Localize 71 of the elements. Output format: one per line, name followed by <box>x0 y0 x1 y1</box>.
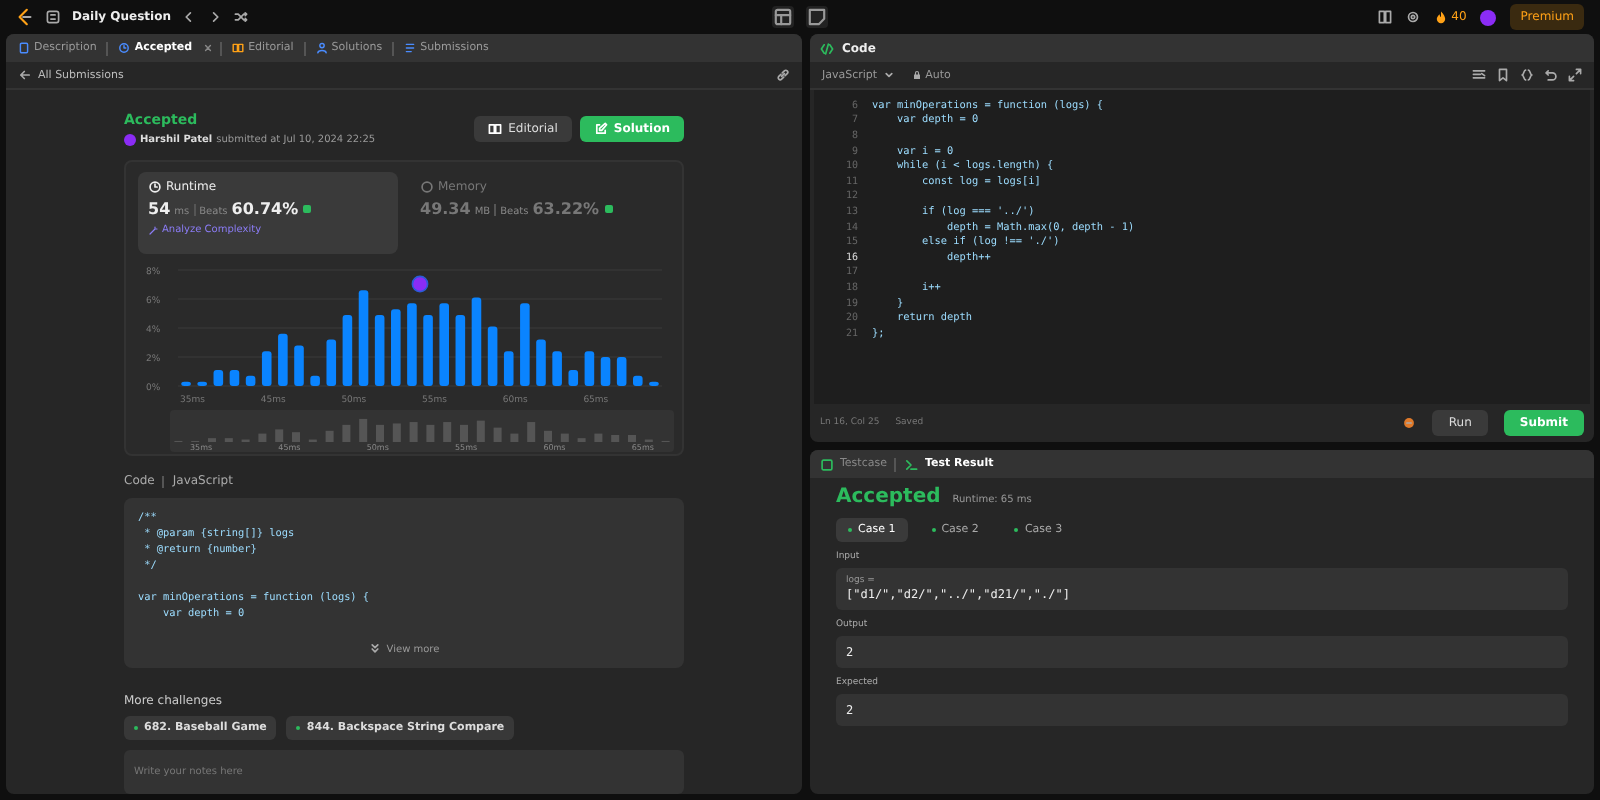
histogram-bar[interactable] <box>568 370 579 386</box>
badge-icon <box>603 204 614 214</box>
histogram-bar[interactable] <box>455 314 466 386</box>
histogram-bar[interactable] <box>471 297 482 386</box>
book-icon <box>488 121 503 135</box>
lock-icon <box>911 70 922 80</box>
note-icon[interactable] <box>806 6 828 28</box>
stat-value: 49.34 <box>420 200 471 218</box>
histogram-bar[interactable] <box>487 326 498 386</box>
beats-percent: 63.22% <box>532 200 600 218</box>
result-status: Accepted <box>836 486 941 508</box>
histogram-bar[interactable] <box>600 357 611 386</box>
settings-icon[interactable] <box>1405 10 1420 24</box>
histogram-bar[interactable] <box>552 351 562 386</box>
chevrons-down-icon <box>368 642 383 656</box>
back-arrow-icon <box>18 68 32 82</box>
histogram-bar[interactable] <box>181 381 191 386</box>
histogram-bar[interactable] <box>197 381 207 386</box>
histogram-bar[interactable] <box>649 381 659 386</box>
histogram-bar[interactable] <box>278 333 288 386</box>
checkbox-icon <box>820 457 834 471</box>
clock-icon <box>118 42 131 54</box>
wand-icon <box>148 225 158 235</box>
braces-icon[interactable] <box>1520 68 1534 82</box>
chip-icon <box>420 180 434 194</box>
histogram-bar[interactable] <box>374 314 385 386</box>
beats-percent: 60.74% <box>231 200 299 218</box>
histogram-bar[interactable] <box>213 370 224 386</box>
next-icon[interactable] <box>208 10 223 24</box>
expand-icon[interactable] <box>1568 68 1582 82</box>
shuffle-icon[interactable] <box>234 10 249 24</box>
histogram-bar[interactable] <box>229 370 240 386</box>
histogram-bar[interactable] <box>342 314 353 386</box>
histogram-bar[interactable] <box>245 375 256 386</box>
close-icon[interactable] <box>202 42 215 54</box>
badge-icon <box>302 204 313 214</box>
chevron-down-icon <box>881 68 896 82</box>
document-icon <box>18 42 30 54</box>
histogram-bar[interactable] <box>503 351 514 386</box>
bookmark-icon[interactable] <box>1496 68 1510 82</box>
histogram-bar[interactable] <box>310 375 320 386</box>
histogram-bar[interactable] <box>423 314 433 386</box>
terminal-icon <box>904 457 919 471</box>
link-icon[interactable] <box>776 68 790 82</box>
histogram-bar[interactable] <box>616 357 627 386</box>
flame-icon <box>1433 10 1448 24</box>
avatar-icon[interactable] <box>1480 9 1497 25</box>
avatar-marker <box>411 275 429 293</box>
panels-icon[interactable] <box>1377 10 1392 24</box>
layout-icon[interactable] <box>772 6 794 28</box>
list-icon[interactable] <box>46 10 60 24</box>
previous-icon[interactable] <box>182 10 197 24</box>
clock-icon <box>148 180 162 194</box>
histogram-bar[interactable] <box>294 345 304 386</box>
histogram-bar[interactable] <box>536 339 546 386</box>
edit-icon <box>593 121 608 135</box>
person-icon <box>315 42 328 54</box>
book-icon <box>232 42 245 54</box>
code-icon <box>820 41 834 55</box>
avatar-icon <box>124 133 136 145</box>
undo-icon[interactable] <box>1544 68 1558 82</box>
stat-value: 54 <box>148 200 171 218</box>
histogram-bar[interactable] <box>633 375 643 386</box>
histogram-bar[interactable] <box>358 290 369 386</box>
debug-icon[interactable] <box>1402 416 1417 430</box>
logo-icon[interactable] <box>16 8 34 26</box>
format-icon[interactable] <box>1472 68 1486 82</box>
histogram-bar[interactable] <box>584 351 595 386</box>
lines-icon <box>404 42 417 54</box>
histogram-bar[interactable] <box>326 339 337 386</box>
histogram-bar[interactable] <box>261 351 272 386</box>
